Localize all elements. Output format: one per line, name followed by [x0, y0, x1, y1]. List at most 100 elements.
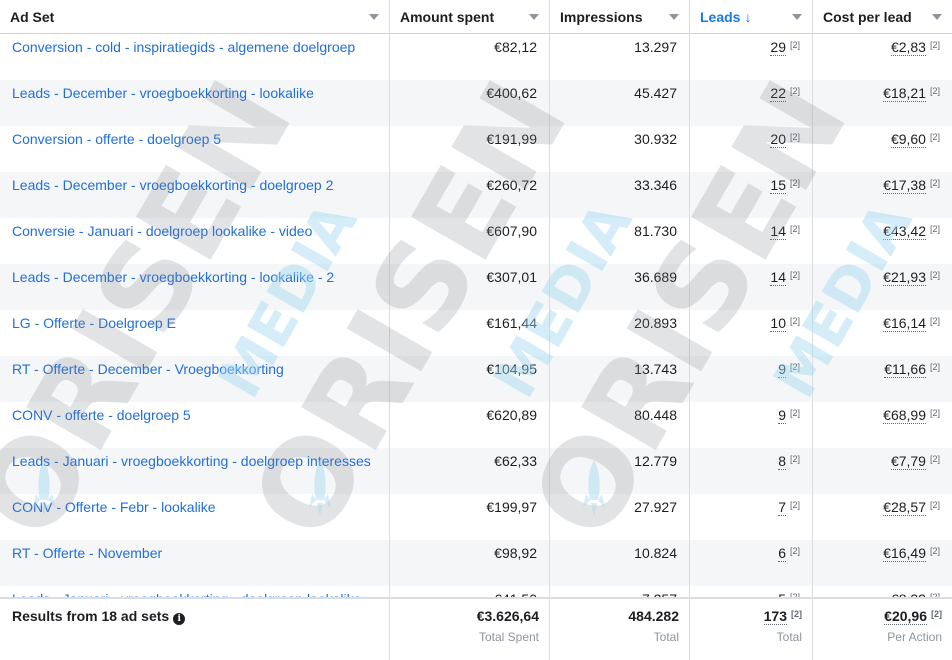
leads-value[interactable]: 22 — [770, 85, 786, 102]
cost-per-lead-cell: €7,79 [2] — [813, 448, 952, 494]
footnote-marker: [2] — [789, 546, 800, 556]
leads-cell: 14 [2] — [690, 218, 812, 264]
ad-set-name-link[interactable]: Leads - Januari - vroegboekkorting - doe… — [0, 448, 389, 494]
leads-value[interactable]: 29 — [770, 39, 786, 56]
leads-value[interactable]: 20 — [770, 131, 786, 148]
ad-set-name[interactable]: RT - Offerte - December - Vroegboekkorti… — [12, 361, 284, 377]
cost-per-lead-value[interactable]: €28,57 — [883, 499, 926, 516]
total-cost-per-lead: €20,96 [2] Per Action — [813, 599, 952, 660]
ad-set-name-link[interactable]: Leads - December - vroegboekkorting - do… — [0, 172, 389, 218]
ad-set-name[interactable]: Leads - December - vroegboekkorting - lo… — [12, 85, 314, 101]
ad-set-name[interactable]: CONV - Offerte - Febr - lookalike — [12, 499, 216, 515]
table-row: Leads - Januari - vroegboekkorting - doe… — [0, 448, 952, 494]
amount-spent-cell: €607,90 — [390, 218, 549, 264]
amount-spent-value: €191,99 — [486, 131, 537, 147]
column-header-ad-set[interactable]: Ad Set — [0, 0, 389, 33]
cost-per-lead-value[interactable]: €17,38 — [883, 177, 926, 194]
ad-set-name-link[interactable]: Conversion - cold - inspiratiegids - alg… — [0, 34, 389, 80]
cost-per-lead-value[interactable]: €16,14 — [883, 315, 926, 332]
chevron-down-icon[interactable] — [369, 14, 379, 20]
chevron-down-icon[interactable] — [669, 14, 679, 20]
leads-cell: 14 [2] — [690, 264, 812, 310]
leads-value[interactable]: 15 — [770, 177, 786, 194]
leads-value[interactable]: 8 — [778, 453, 786, 470]
chevron-down-icon[interactable] — [932, 14, 942, 20]
ad-set-name-link[interactable]: CONV - Offerte - Febr - lookalike — [0, 494, 389, 540]
impressions-cell: 12.779 — [550, 448, 689, 494]
ad-set-name-link[interactable]: Leads - December - vroegboekkorting - lo… — [0, 264, 389, 310]
footnote-marker: [2] — [929, 500, 940, 510]
cost-per-lead-cell: €16,14 [2] — [813, 310, 952, 356]
cost-per-lead-cell: €2,83 [2] — [813, 34, 952, 80]
impressions-cell: 13.297 — [550, 34, 689, 80]
column-header-cost-per-lead[interactable]: Cost per lead — [813, 0, 952, 33]
impressions-value: 10.824 — [634, 545, 677, 561]
ad-set-name[interactable]: Conversion - offerte - doelgroep 5 — [12, 131, 221, 147]
ad-set-name-link[interactable]: RT - Offerte - December - Vroegboekkorti… — [0, 356, 389, 402]
ad-set-name-link[interactable]: Conversie - Januari - doelgroep lookalik… — [0, 218, 389, 264]
leads-value[interactable]: 14 — [770, 269, 786, 286]
cost-per-lead-value[interactable]: €21,93 — [883, 269, 926, 286]
cost-per-lead-value[interactable]: €16,49 — [883, 545, 926, 562]
amount-spent-value: €98,92 — [494, 545, 537, 561]
ad-set-name[interactable]: CONV - offerte - doelgroep 5 — [12, 407, 191, 423]
footnote-marker: [2] — [789, 454, 800, 464]
impressions-cell: 27.927 — [550, 494, 689, 540]
table-row: Leads - December - vroegboekkorting - lo… — [0, 264, 952, 310]
impressions-value: 36.689 — [634, 269, 677, 285]
cost-per-lead-value[interactable]: €2,83 — [890, 39, 926, 56]
cost-per-lead-value[interactable]: €9,60 — [890, 131, 926, 148]
table-row: RT - Offerte - November €98,92 10.824 6 [2] €… — [0, 540, 952, 586]
ad-set-name-link[interactable]: RT - Offerte - November — [0, 540, 389, 586]
cost-per-lead-value[interactable]: €11,66 — [884, 361, 926, 378]
cost-per-lead-cell: €17,38 [2] — [813, 172, 952, 218]
impressions-cell: 45.427 — [550, 80, 689, 126]
footnote-marker: [2] — [789, 40, 800, 50]
ad-set-name-link[interactable]: Leads - December - vroegboekkorting - lo… — [0, 80, 389, 126]
total-value[interactable]: €20,96 — [884, 608, 927, 625]
cost-per-lead-value[interactable]: €18,21 — [883, 85, 926, 102]
impressions-cell: 81.730 — [550, 218, 689, 264]
leads-value[interactable]: 9 — [778, 361, 786, 378]
cost-per-lead-cell: €9,60 [2] — [813, 126, 952, 172]
ad-set-name[interactable]: Conversie - Januari - doelgroep lookalik… — [12, 223, 312, 239]
amount-spent-cell: €104,95 — [390, 356, 549, 402]
chevron-down-icon[interactable] — [792, 14, 802, 20]
info-icon[interactable]: i — [173, 613, 186, 625]
ad-set-name[interactable]: Conversion - cold - inspiratiegids - alg… — [12, 39, 355, 55]
ad-set-name-link[interactable]: LG - Offerte - Doelgroep E — [0, 310, 389, 356]
cost-per-lead-value[interactable]: €43,42 — [883, 223, 926, 240]
table-row: Leads - December - vroegboekkorting - do… — [0, 172, 952, 218]
chevron-down-icon[interactable] — [529, 14, 539, 20]
table-footer-totals: Results from 18 ad sets i €3.626,64 Total… — [0, 597, 952, 660]
leads-value[interactable]: 6 — [778, 545, 786, 562]
ad-set-name[interactable]: Leads - December - vroegboekkorting - do… — [12, 177, 333, 193]
column-header-amount-spent[interactable]: Amount spent — [390, 0, 549, 33]
ad-set-name-link[interactable]: Conversion - offerte - doelgroep 5 — [0, 126, 389, 172]
ad-set-name[interactable]: RT - Offerte - November — [12, 545, 162, 561]
ad-set-name[interactable]: Leads - December - vroegboekkorting - lo… — [12, 269, 334, 285]
column-header-impressions[interactable]: Impressions — [550, 0, 689, 33]
ad-set-name-link[interactable]: CONV - offerte - doelgroep 5 — [0, 402, 389, 448]
total-caption: Total — [776, 630, 802, 644]
total-value[interactable]: 173 — [763, 608, 787, 625]
amount-spent-value: €620,89 — [486, 407, 537, 423]
leads-value[interactable]: 9 — [778, 407, 786, 424]
ad-set-name[interactable]: LG - Offerte - Doelgroep E — [12, 315, 176, 331]
leads-value[interactable]: 14 — [770, 223, 786, 240]
footnote-marker: [2] — [929, 546, 940, 556]
cost-per-lead-value[interactable]: €7,79 — [890, 453, 926, 470]
column-header-leads[interactable]: Leads ↓ — [690, 0, 812, 33]
cost-per-lead-value[interactable]: €68,99 — [883, 407, 926, 424]
footnote-marker: [2] — [929, 408, 940, 418]
footnote-marker: [2] — [789, 86, 800, 96]
leads-value[interactable]: 7 — [778, 499, 786, 516]
amount-spent-cell: €191,99 — [390, 126, 549, 172]
leads-value[interactable]: 10 — [770, 315, 786, 332]
footnote-marker: [2] — [929, 316, 940, 326]
table-header: Ad Set Amount spent Impressions Leads ↓ C… — [0, 0, 952, 34]
footnote-marker: [2] — [929, 86, 940, 96]
leads-cell: 9 [2] — [690, 402, 812, 448]
ad-set-name[interactable]: Leads - Januari - vroegboekkorting - doe… — [12, 453, 371, 469]
column-divider — [689, 0, 690, 660]
